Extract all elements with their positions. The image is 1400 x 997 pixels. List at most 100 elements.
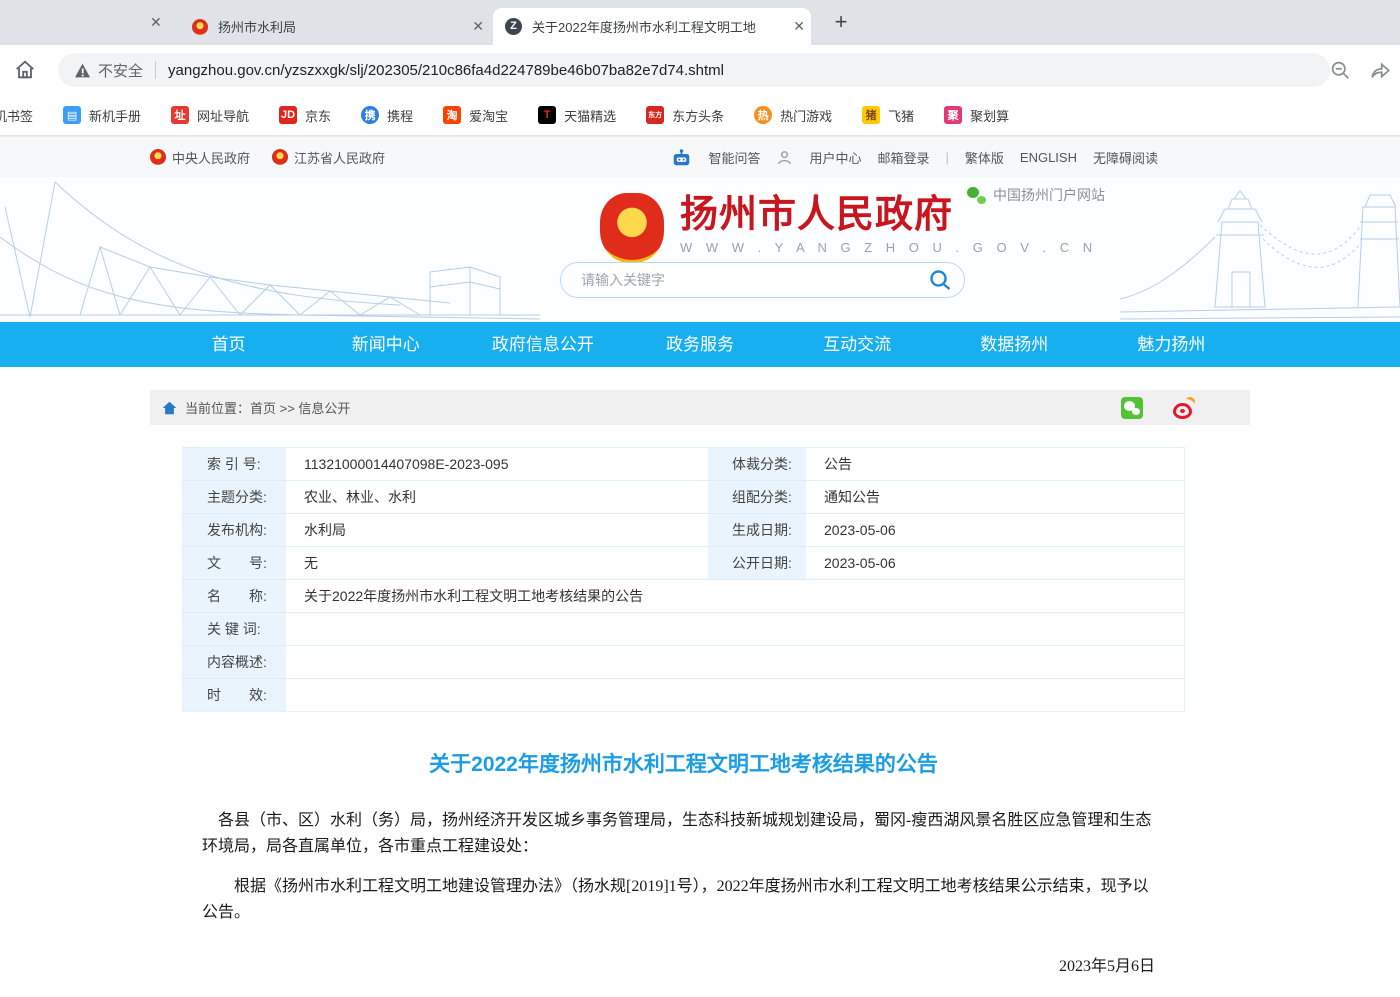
nav-item[interactable]: 互动交流 — [779, 322, 936, 367]
tab-yangzhou-water-bureau[interactable]: 扬州市水利局 ✕ — [180, 8, 490, 45]
not-secure-warning-icon — [74, 63, 91, 78]
gov-link-label: 江苏省人民政府 — [294, 148, 385, 167]
national-emblem-icon — [272, 149, 288, 165]
gov-link-label: 中央人民政府 — [172, 148, 250, 167]
accessibility-link[interactable]: 无障碍阅读 — [1093, 148, 1158, 167]
bookmark-item[interactable]: 址网址导航 — [171, 106, 249, 125]
bookmark-favicon-icon: 东方 — [646, 106, 664, 124]
emblem-favicon-icon — [192, 19, 208, 35]
gov-link[interactable]: 江苏省人民政府 — [272, 148, 385, 167]
page-main: 当前位置：首页 >> 信息公开 索 引 号:11321000014407098E… — [0, 367, 1400, 997]
user-center-link[interactable]: 用户中心 — [809, 148, 861, 167]
english-link[interactable]: ENGLISH — [1020, 150, 1077, 165]
bookmark-item[interactable]: 热热门游戏 — [754, 106, 832, 125]
bookmark-item[interactable]: 机书签 — [0, 106, 33, 125]
bookmark-item[interactable]: 携携程 — [361, 106, 413, 125]
close-tab-icon[interactable]: ✕ — [144, 12, 168, 33]
traditional-chinese-link[interactable]: 繁体版 — [965, 148, 1004, 167]
info-table-value: 2023-05-06 — [806, 547, 1184, 579]
info-table-row: 主题分类:农业、林业、水利组配分类:通知公告 — [183, 480, 1184, 513]
bookmark-label: 爱淘宝 — [469, 106, 508, 125]
bookmark-favicon-icon: 猪 — [862, 106, 880, 124]
info-table-value: 农业、林业、水利 — [286, 481, 706, 513]
zoom-out-icon[interactable] — [1330, 60, 1351, 81]
gov-link[interactable]: 中央人民政府 — [150, 148, 250, 167]
breadcrumb-home-icon[interactable] — [162, 401, 177, 415]
home-icon[interactable] — [14, 59, 36, 81]
national-emblem-icon — [600, 193, 664, 263]
bookmark-label: 飞猪 — [888, 106, 914, 125]
share-icon[interactable] — [1369, 60, 1391, 81]
robot-icon — [671, 148, 692, 167]
site-search — [560, 262, 965, 298]
info-table-value: 通知公告 — [806, 481, 1184, 513]
bookmark-label: 京东 — [305, 106, 331, 125]
url-text[interactable]: yangzhou.gov.cn/yzszxxgk/slj/202305/210c… — [168, 62, 724, 79]
bookmark-item[interactable]: 东方东方头条 — [646, 106, 724, 125]
mail-login-link[interactable]: 邮箱登录 — [877, 148, 929, 167]
nav-item[interactable]: 首页 — [150, 322, 307, 367]
bookmark-label: 携程 — [387, 106, 413, 125]
article-paragraph: 各县（市、区）水利（务）局，扬州经济开发区城乡事务管理局，生态科技新城规划建设局… — [202, 808, 1155, 860]
info-table-row: 关 键 词: — [183, 612, 1184, 645]
article-date: 2023年5月6日 — [182, 952, 1185, 976]
main-nav-bar: 首页新闻中心政府信息公开政务服务互动交流数据扬州魅力扬州 — [0, 322, 1400, 367]
info-table-label: 发布机构: — [183, 514, 286, 546]
weibo-share-icon[interactable] — [1173, 397, 1195, 419]
search-icon[interactable] — [928, 268, 952, 292]
divider: | — [946, 150, 949, 165]
info-table-label: 主题分类: — [183, 481, 286, 513]
nav-item[interactable]: 数据扬州 — [936, 322, 1093, 367]
info-table-label: 内容概述: — [183, 646, 286, 678]
close-tab-icon[interactable]: ✕ — [466, 16, 490, 37]
info-table-row: 内容概述: — [183, 645, 1184, 678]
article-body: 各县（市、区）水利（务）局，扬州经济开发区城乡事务管理局，生态科技新城规划建设局… — [182, 808, 1185, 926]
info-table-value: 水利局 — [286, 514, 706, 546]
nav-item[interactable]: 政务服务 — [621, 322, 778, 367]
info-table-row: 索 引 号:11321000014407098E-2023-095体裁分类:公告 — [183, 447, 1184, 480]
wechat-share-icon[interactable] — [1121, 397, 1143, 419]
close-tab-icon[interactable]: ✕ — [787, 16, 811, 37]
gov-links: 中央人民政府 江苏省人民政府 — [150, 148, 385, 167]
info-table: 索 引 号:11321000014407098E-2023-095体裁分类:公告… — [182, 447, 1185, 712]
portal-label-text: 中国扬州门户网站 — [993, 185, 1105, 205]
nav-item[interactable]: 新闻中心 — [307, 322, 464, 367]
bridge-sketch-left — [0, 177, 540, 322]
gov-top-bar: 中央人民政府 江苏省人民政府 智能问答 用户中心 邮箱登录 | 繁体版 — [0, 136, 1400, 178]
site-favicon-icon: Z — [505, 18, 522, 35]
info-table-label: 时 效: — [183, 679, 286, 711]
nav-item[interactable]: 政府信息公开 — [464, 322, 621, 367]
info-table-row: 文 号:无公开日期:2023-05-06 — [183, 546, 1184, 579]
info-table-label: 索 引 号: — [183, 448, 286, 480]
bookmark-favicon-icon: 携 — [361, 106, 379, 124]
bookmark-favicon-icon: T — [538, 106, 556, 124]
info-table-value: 无 — [286, 547, 706, 579]
portal-label[interactable]: 中国扬州门户网站 — [967, 185, 1105, 205]
smart-qa-link[interactable]: 智能问答 — [708, 148, 760, 167]
bookmark-favicon-icon: 聚 — [944, 106, 962, 124]
address-bar[interactable]: 不安全 yangzhou.gov.cn/yzszxxgk/slj/202305/… — [58, 53, 1330, 87]
breadcrumb-text[interactable]: 当前位置：首页 >> 信息公开 — [185, 398, 350, 417]
info-table-label: 组配分类: — [706, 481, 806, 513]
new-tab-button[interactable]: + — [826, 8, 856, 38]
tab-title: 关于2022年度扬州市水利工程文明工地 — [532, 17, 787, 36]
bookmark-favicon-icon: 热 — [754, 106, 772, 124]
bookmark-item[interactable]: JD京东 — [279, 106, 331, 125]
national-emblem-icon — [150, 149, 166, 165]
info-table-label: 生成日期: — [706, 514, 806, 546]
nav-item[interactable]: 魅力扬州 — [1093, 322, 1250, 367]
info-table-value: 公告 — [806, 448, 1184, 480]
bookmark-item[interactable]: ▤新机手册 — [63, 106, 141, 125]
browser-window: ✕ 扬州市水利局 ✕ Z 关于2022年度扬州市水利工程文明工地 ✕ + 不安全 — [0, 0, 1400, 997]
bookmark-item[interactable]: 淘爱淘宝 — [443, 106, 508, 125]
bookmark-item[interactable]: 聚聚划算 — [944, 106, 1009, 125]
tab-announcement-active[interactable]: Z 关于2022年度扬州市水利工程文明工地 ✕ — [493, 8, 811, 45]
site-header: 扬州市人民政府 W W W . Y A N G Z H O U . G O V … — [0, 177, 1400, 322]
search-input[interactable] — [579, 271, 928, 289]
info-table-row: 发布机构:水利局生成日期:2023-05-06 — [183, 513, 1184, 546]
bookmark-item[interactable]: 猪飞猪 — [862, 106, 914, 125]
info-table-label: 关 键 词: — [183, 613, 286, 645]
bookmark-label: 新机手册 — [89, 106, 141, 125]
bookmark-item[interactable]: T天猫精选 — [538, 106, 616, 125]
bookmark-favicon-icon: 淘 — [443, 106, 461, 124]
